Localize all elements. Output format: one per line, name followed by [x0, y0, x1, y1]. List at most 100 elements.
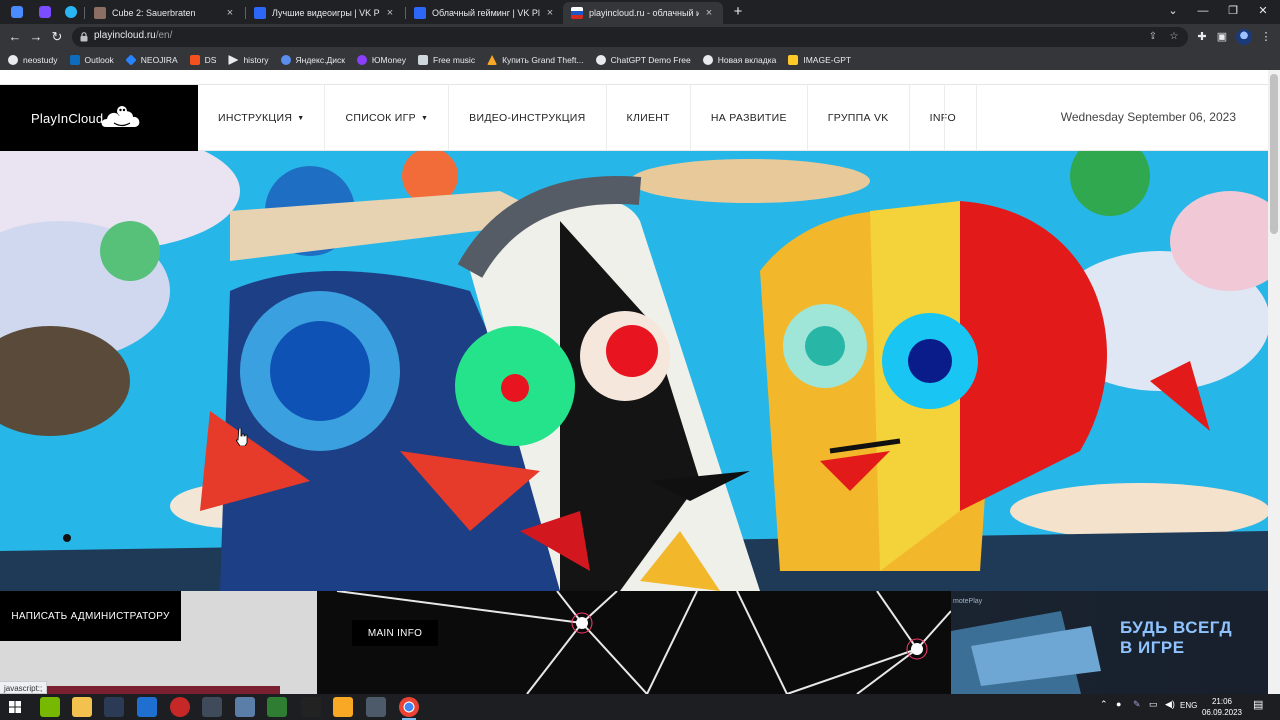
bookmark-outlook[interactable]: Outlook — [69, 55, 114, 65]
rockstar-icon[interactable] — [333, 697, 353, 717]
microphone-icon[interactable]: ● — [1116, 699, 1121, 709]
scrollbar-thumb[interactable] — [1270, 74, 1278, 234]
language-indicator[interactable]: ENG — [1180, 701, 1197, 710]
bookmark-image-gpt[interactable]: IMAGE-GPT — [788, 55, 851, 65]
back-icon[interactable]: ← — [6, 28, 24, 46]
menu-instructions[interactable]: ИНСТРУКЦИЯ ▼ — [198, 85, 326, 151]
tab-cube2[interactable]: Cube 2: Sauerbraten × — [86, 2, 244, 24]
menu-vk-group[interactable]: ГРУППА VK — [808, 85, 910, 151]
file-explorer-icon[interactable] — [72, 697, 92, 717]
volume-icon[interactable]: ◀) — [1165, 699, 1175, 710]
system-clock[interactable]: 21:06 06.09.2023 — [1199, 696, 1245, 718]
pinned-tab-io[interactable] — [34, 3, 56, 21]
bookmark-neojira[interactable]: NEOJIRA — [125, 54, 178, 66]
feature-row: НАПИСАТЬ АДМИНИСТРАТОРУ MAIN INFO motePl… — [0, 591, 1268, 694]
bookmark-new-tab[interactable]: Новая вкладка — [702, 55, 777, 65]
close-icon[interactable]: × — [384, 7, 396, 19]
main-menu: ИНСТРУКЦИЯ ▼ СПИСОК ИГР ▼ ВИДЕО-ИНСТРУКЦИЯ… — [198, 85, 977, 151]
tab-title: playincloud.ru - облачный игро — [589, 8, 699, 18]
restore-icon[interactable]: ❐ — [1218, 2, 1248, 20]
epic-games-icon[interactable] — [301, 697, 321, 717]
panel-image-strip — [40, 686, 280, 694]
bookmark-label: Новая вкладка — [717, 55, 777, 65]
date-display: Wednesday September 06, 2023 — [944, 85, 1268, 151]
pen-icon[interactable]: ✎ — [1133, 699, 1141, 710]
bookmarks-bar: neostudy Outlook NEOJIRA DS history Янде… — [0, 50, 1280, 70]
cube-app-icon[interactable] — [104, 697, 124, 717]
menu-client[interactable]: КЛИЕНТ — [607, 85, 691, 151]
profile-avatar[interactable] — [1236, 29, 1252, 45]
main-info-button[interactable]: MAIN INFO — [352, 620, 438, 646]
site-logo[interactable]: PlayInCloud — [0, 85, 198, 151]
bookmark-chatgpt[interactable]: ChatGPT Demo Free — [595, 55, 691, 65]
outlook-icon — [69, 55, 80, 65]
tab-search-icon[interactable]: ⌄ — [1158, 2, 1188, 20]
globe-icon — [702, 55, 713, 65]
photo-app-icon[interactable] — [366, 697, 386, 717]
close-window-icon[interactable]: ✕ — [1248, 2, 1278, 20]
windows-start-icon[interactable] — [9, 701, 21, 713]
bookmark-label: ЮMoney — [371, 55, 407, 65]
network-icon[interactable]: ▭ — [1149, 699, 1158, 710]
menu-label: НА РАЗВИТИЕ — [710, 112, 787, 124]
postgres-icon[interactable] — [235, 697, 255, 717]
close-icon[interactable]: × — [703, 7, 715, 19]
extensions-icon[interactable]: ✚ — [1194, 29, 1210, 45]
side-panel-icon[interactable]: ▣ — [1214, 29, 1230, 45]
menu-video-instructions[interactable]: ВИДЕО-ИНСТРУКЦИЯ — [449, 85, 607, 151]
notifications-icon[interactable]: ▤ — [1253, 698, 1263, 711]
app-icon[interactable] — [202, 697, 222, 717]
pinned-tab-stream[interactable] — [60, 3, 82, 21]
menu-game-list[interactable]: СПИСОК ИГР ▼ — [325, 85, 450, 151]
bookmark-label: Free music — [433, 55, 476, 65]
hero-slider[interactable] — [0, 151, 1268, 591]
bookmark-yoomoney[interactable]: ЮMoney — [356, 55, 407, 65]
menu-label: СПИСОК ИГР — [345, 112, 416, 124]
menu-label: ГРУППА VK — [827, 112, 889, 124]
tray-chevron-icon[interactable]: ⌃ — [1100, 699, 1108, 710]
bookmark-yandex-disk[interactable]: Яндекс.Диск — [280, 55, 345, 65]
page-scrollbar[interactable] — [1268, 70, 1280, 694]
bookmark-gta[interactable]: Купить Grand Theft... — [487, 55, 584, 65]
tab-vkplay-games[interactable]: Лучшие видеоигры | VK Play × — [246, 2, 404, 24]
menu-donate[interactable]: НА РАЗВИТИЕ — [691, 85, 808, 151]
minimize-icon[interactable]: — — [1188, 2, 1218, 20]
address-bar[interactable]: playincloud.ru/en/ ⇪ ☆ — [72, 27, 1188, 47]
clock-date: 06.09.2023 — [1201, 708, 1243, 717]
chatgpt-icon — [595, 55, 606, 65]
tab-divider — [84, 7, 85, 19]
lock-icon — [80, 32, 88, 42]
notepad-icon[interactable] — [267, 697, 287, 717]
site-header: PlayInCloud ИНСТРУКЦИЯ ▼ СПИСОК ИГР ▼ ВИДЕ… — [0, 85, 1268, 151]
web-page: PlayInCloud ИНСТРУКЦИЯ ▼ СПИСОК ИГР ▼ ВИДЕ… — [0, 70, 1280, 694]
clock-time: 21:06 — [1211, 697, 1233, 706]
promo-brand: motePlay — [953, 598, 983, 605]
yoomoney-icon — [356, 55, 367, 65]
windows-taskbar: ⌃ ● ✎ ▭ ◀) ENG 21:06 06.09.2023 ▤ — [0, 694, 1280, 720]
nvidia-icon[interactable] — [40, 697, 60, 717]
bookmark-history[interactable]: history — [228, 55, 269, 65]
bookmark-ds[interactable]: DS — [189, 55, 216, 65]
opera-icon[interactable] — [170, 697, 190, 717]
close-icon[interactable]: × — [544, 7, 556, 19]
admin-panel: НАПИСАТЬ АДМИНИСТРАТОРУ — [0, 591, 317, 694]
write-admin-button[interactable]: НАПИСАТЬ АДМИНИСТРАТОРУ — [0, 591, 181, 641]
reload-icon[interactable]: ↻ — [48, 28, 66, 46]
pinned-tab-chat[interactable] — [6, 3, 28, 21]
bookmark-label: NEOJIRA — [140, 55, 178, 65]
bookmark-neostudy[interactable]: neostudy — [8, 55, 58, 65]
music-icon — [418, 55, 429, 65]
tab-playincloud[interactable]: playincloud.ru - облачный игро × — [563, 2, 723, 24]
more-menu-icon[interactable]: ⋮ — [1258, 29, 1274, 45]
promo-banner[interactable]: motePlay БУДЬ ВСЕГД В ИГРЕ — [951, 591, 1268, 694]
new-tab-button[interactable]: + — [729, 3, 747, 21]
cloud-icon — [280, 55, 291, 65]
forward-icon[interactable]: → — [27, 28, 45, 46]
chrome-icon[interactable] — [399, 697, 419, 720]
close-icon[interactable]: × — [224, 7, 236, 19]
bookmark-free-music[interactable]: Free music — [418, 55, 475, 65]
tab-vkplay-cloud[interactable]: Облачный гейминг | VK Play × — [406, 2, 564, 24]
bookmark-star-icon[interactable]: ☆ — [1167, 30, 1181, 44]
monitor-app-icon[interactable] — [137, 697, 157, 717]
share-icon[interactable]: ⇪ — [1146, 30, 1160, 44]
